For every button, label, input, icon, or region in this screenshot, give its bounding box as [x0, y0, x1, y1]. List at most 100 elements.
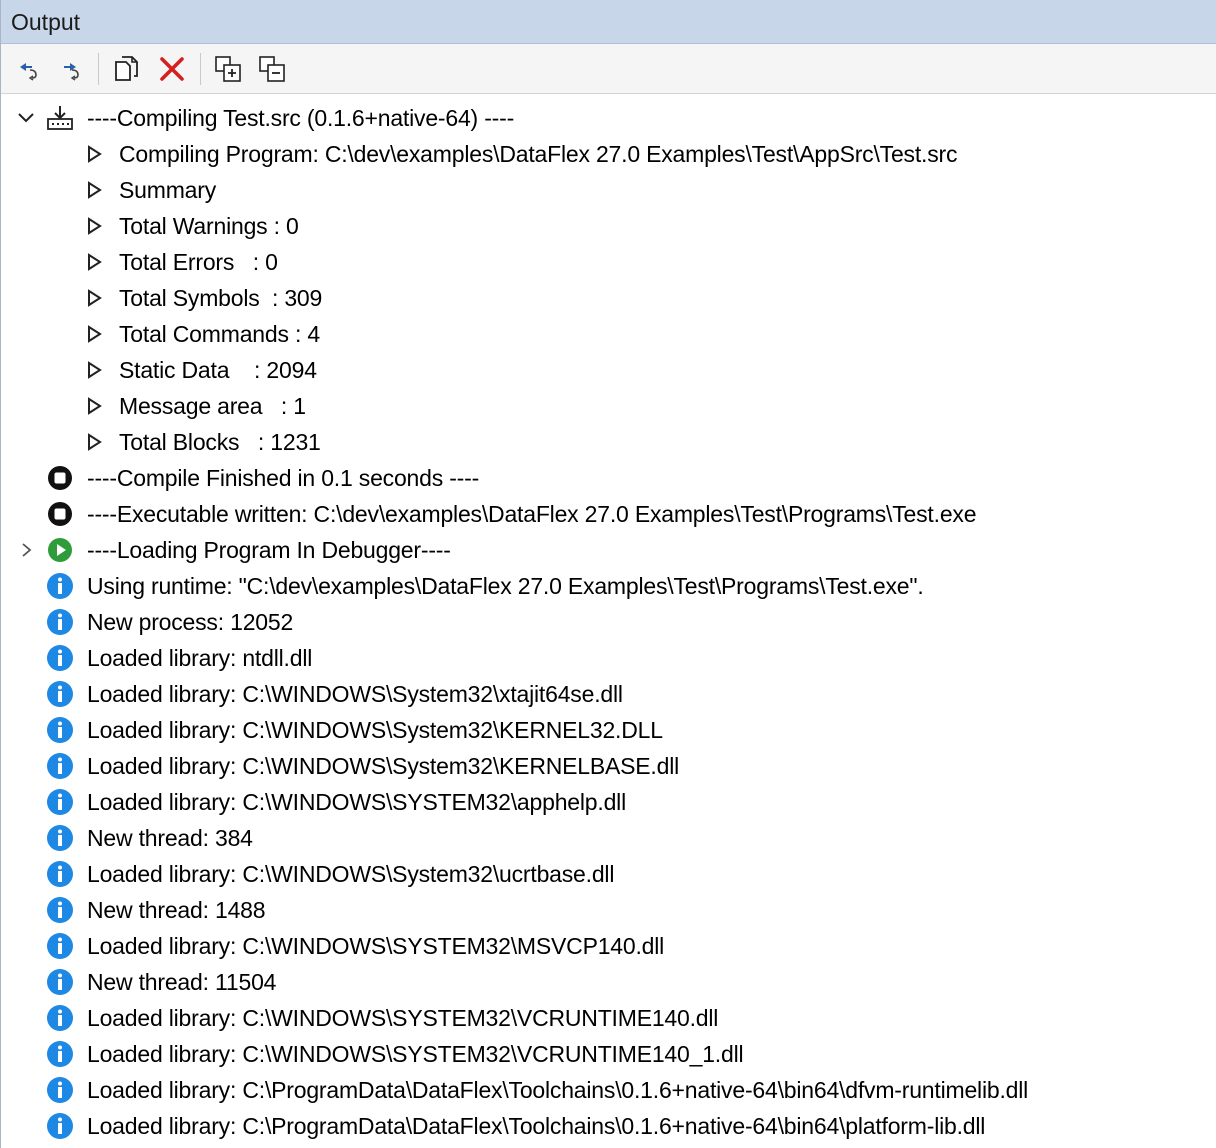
- tree-row-text: Loaded library: C:\WINDOWS\SYSTEM32\MSVC…: [87, 933, 665, 959]
- tree-row-child[interactable]: Static Data : 2094: [1, 352, 1216, 388]
- info-icon: [47, 717, 73, 743]
- tree-row-text: Total Commands : 4: [119, 321, 320, 347]
- tree-row-text: Loaded library: C:\ProgramData\DataFlex\…: [87, 1113, 986, 1139]
- tree-row-child[interactable]: Compiling Program: C:\dev\examples\DataF…: [1, 136, 1216, 172]
- info-icon: [47, 1041, 73, 1067]
- tree-row-message[interactable]: New thread: 384: [1, 820, 1216, 856]
- copy-button[interactable]: [109, 52, 143, 86]
- tree-row-child[interactable]: Total Symbols : 309: [1, 280, 1216, 316]
- info-icon: [47, 969, 73, 995]
- copy-icon: [115, 56, 138, 81]
- tree-row-text: New thread: 384: [87, 825, 253, 851]
- tree-row-text: Summary: [119, 177, 217, 203]
- tree-row-text: New thread: 11504: [87, 969, 277, 995]
- info-icon: [47, 1005, 73, 1031]
- tree-row-message[interactable]: Loaded library: C:\WINDOWS\SYSTEM32\VCRU…: [1, 1036, 1216, 1072]
- toolbar-separator: [200, 53, 201, 85]
- toolbar-separator: [98, 53, 99, 85]
- chevron-right-icon[interactable]: [85, 323, 105, 345]
- tree-row-text: Total Symbols : 309: [119, 285, 323, 311]
- tree-row-message[interactable]: Loaded library: ntdll.dll: [1, 640, 1216, 676]
- chevron-right-icon[interactable]: [85, 395, 105, 417]
- info-icon: [47, 789, 73, 815]
- tree-row-child[interactable]: Total Commands : 4: [1, 316, 1216, 352]
- tree-row-text: Static Data : 2094: [119, 357, 317, 383]
- tree-row-child[interactable]: Total Blocks : 1231: [1, 424, 1216, 460]
- tree-row-compiling[interactable]: ----Compiling Test.src (0.1.6+native-64)…: [1, 100, 1216, 136]
- tree-row-status[interactable]: ----Executable written: C:\dev\examples\…: [1, 496, 1216, 532]
- tree-row-message[interactable]: Loaded library: C:\ProgramData\DataFlex\…: [1, 1072, 1216, 1108]
- chevron-right-icon[interactable]: [85, 251, 105, 273]
- info-icon: [47, 573, 73, 599]
- stop-icon: [48, 466, 72, 490]
- tree-row-text: Compiling Program: C:\dev\examples\DataF…: [119, 141, 958, 167]
- tree-row-message[interactable]: New process: 12052: [1, 604, 1216, 640]
- clear-icon: [160, 57, 184, 81]
- chevron-right-icon[interactable]: [17, 539, 37, 561]
- tree-row-text: Total Warnings : 0: [119, 213, 299, 239]
- tree-row-child[interactable]: Message area : 1: [1, 388, 1216, 424]
- tree-row-status[interactable]: ----Compile Finished in 0.1 seconds ----: [1, 460, 1216, 496]
- clear-button[interactable]: [155, 52, 189, 86]
- stop-icon: [48, 502, 72, 526]
- collapse-all-icon: [259, 56, 285, 82]
- tree-row-text: New process: 12052: [87, 609, 294, 635]
- tree-row-message[interactable]: Loaded library: C:\WINDOWS\System32\ucrt…: [1, 856, 1216, 892]
- next-message-icon: [64, 63, 79, 81]
- info-icon: [47, 609, 73, 635]
- chevron-right-icon[interactable]: [85, 359, 105, 381]
- chevron-right-icon[interactable]: [85, 215, 105, 237]
- tree-row-message[interactable]: New thread: 1488: [1, 892, 1216, 928]
- chevron-down-icon[interactable]: [16, 107, 36, 129]
- next-message-button[interactable]: [53, 52, 87, 86]
- expand-all-button[interactable]: [211, 52, 245, 86]
- tree-row-text: Loaded library: C:\WINDOWS\SYSTEM32\apph…: [87, 789, 626, 815]
- tree-row-message[interactable]: Using runtime: "C:\dev\examples\DataFlex…: [1, 568, 1216, 604]
- tree-row-text: Loaded library: C:\ProgramData\DataFlex\…: [87, 1077, 1029, 1103]
- chevron-right-icon[interactable]: [85, 287, 105, 309]
- chevron-right-icon[interactable]: [85, 179, 105, 201]
- chevron-right-icon[interactable]: [85, 143, 105, 165]
- output-toolbar: [1, 44, 1216, 94]
- previous-message-button[interactable]: [11, 52, 45, 86]
- info-icon: [47, 1077, 73, 1103]
- previous-message-icon: [20, 63, 37, 81]
- tree-row-text: Message area : 1: [119, 393, 306, 419]
- tree-row-child[interactable]: Total Warnings : 0: [1, 208, 1216, 244]
- tree-row-text: New thread: 1488: [87, 897, 266, 923]
- tree-row-message[interactable]: Loaded library: C:\WINDOWS\SYSTEM32\apph…: [1, 784, 1216, 820]
- chevron-right-icon[interactable]: [85, 431, 105, 453]
- tree-row-message[interactable]: Loaded library: C:\ProgramData\DataFlex\…: [1, 1108, 1216, 1144]
- info-icon: [47, 645, 73, 671]
- tree-row-text: Loaded library: C:\WINDOWS\System32\xtaj…: [87, 681, 623, 707]
- info-icon: [47, 933, 73, 959]
- info-icon: [47, 897, 73, 923]
- tree-row-text: Loaded library: C:\WINDOWS\SYSTEM32\VCRU…: [87, 1041, 744, 1067]
- tree-row-child[interactable]: Total Errors : 0: [1, 244, 1216, 280]
- info-icon: [47, 825, 73, 851]
- tree-row-debugger[interactable]: ----Loading Program In Debugger----: [1, 532, 1216, 568]
- panel-title-bar[interactable]: Output: [1, 0, 1216, 44]
- tree-row-child[interactable]: Summary: [1, 172, 1216, 208]
- tree-row-text: ----Compiling Test.src (0.1.6+native-64)…: [87, 105, 515, 131]
- tree-row-text: ----Compile Finished in 0.1 seconds ----: [87, 465, 480, 491]
- tree-row-text: Using runtime: "C:\dev\examples\DataFlex…: [87, 573, 924, 599]
- tree-row-text: Total Errors : 0: [119, 249, 278, 275]
- tree-row-message[interactable]: Loaded library: C:\WINDOWS\SYSTEM32\MSVC…: [1, 928, 1216, 964]
- tree-row-message[interactable]: Loaded library: C:\WINDOWS\System32\xtaj…: [1, 676, 1216, 712]
- info-icon: [47, 681, 73, 707]
- tree-row-message[interactable]: Loaded library: C:\WINDOWS\SYSTEM32\VCRU…: [1, 1000, 1216, 1036]
- tree-row-message[interactable]: Loaded library: C:\WINDOWS\System32\KERN…: [1, 712, 1216, 748]
- collapse-all-button[interactable]: [255, 52, 289, 86]
- compile-icon: [47, 106, 73, 130]
- tree-row-message[interactable]: New thread: 11504: [1, 964, 1216, 1000]
- tree-row-text: Loaded library: C:\WINDOWS\System32\KERN…: [87, 753, 680, 779]
- tree-row-text: Loaded library: C:\WINDOWS\System32\ucrt…: [87, 861, 615, 887]
- panel-title: Output: [11, 9, 81, 35]
- info-icon: [47, 753, 73, 779]
- tree-row-message[interactable]: Loaded library: C:\WINDOWS\System32\KERN…: [1, 748, 1216, 784]
- tree-row-text: Loaded library: ntdll.dll: [87, 645, 313, 671]
- tree-row-text: ----Executable written: C:\dev\examples\…: [87, 501, 977, 527]
- info-icon: [47, 861, 73, 887]
- output-panel: Output ----Compiling Test.src (0.1.6+nat…: [0, 0, 1216, 1148]
